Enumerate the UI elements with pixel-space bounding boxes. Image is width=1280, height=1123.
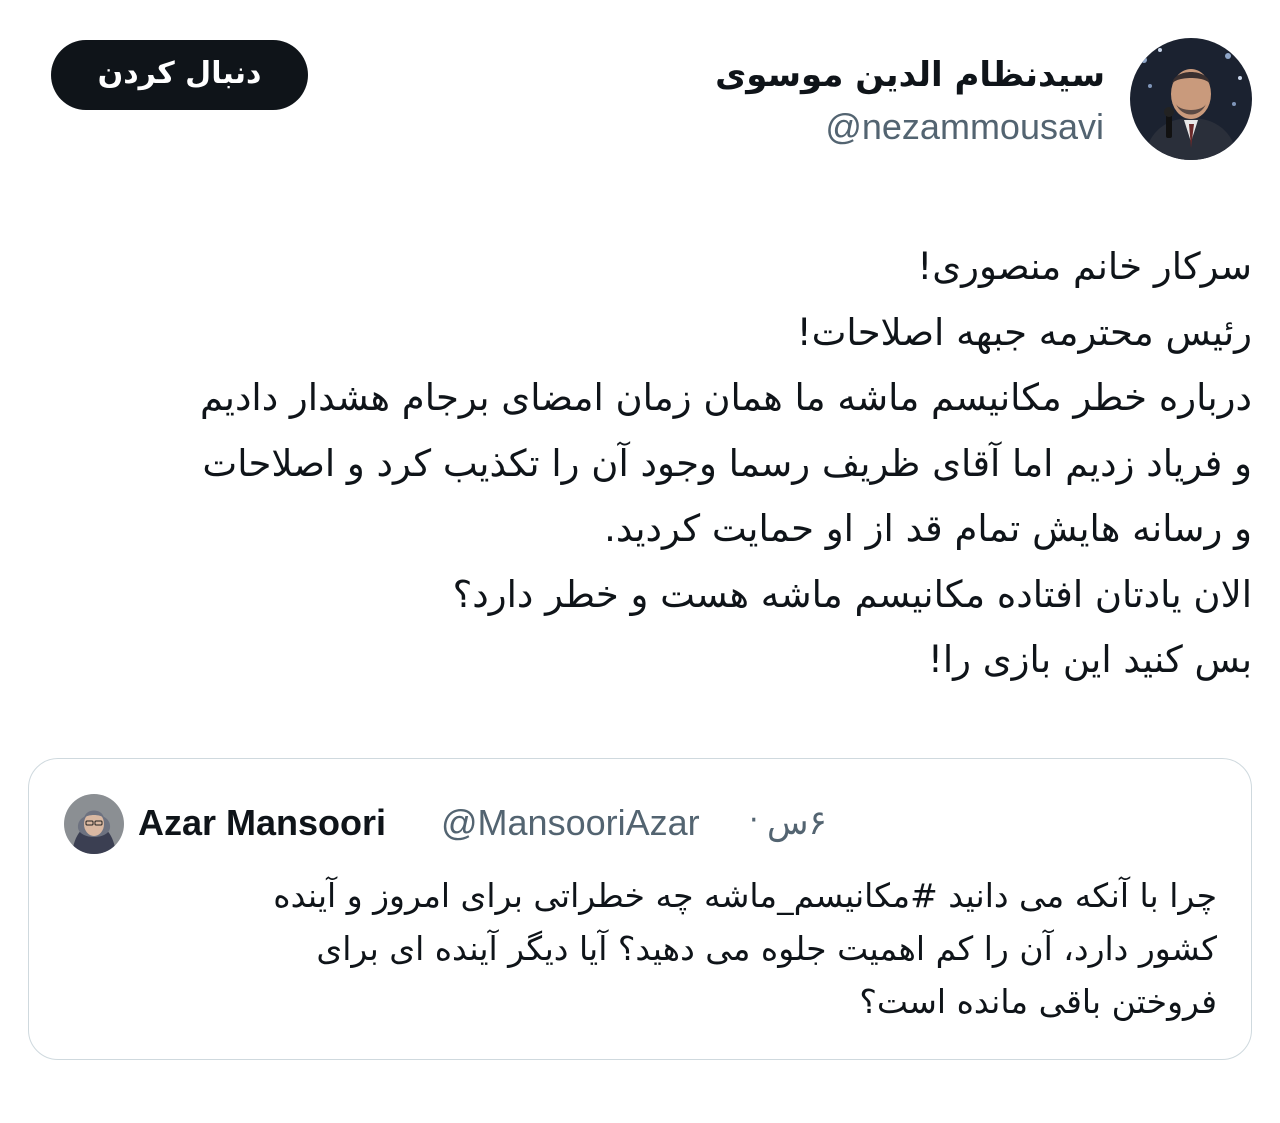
- tweet-line: بس کنید این بازی را!: [927, 638, 1252, 681]
- quoted-tweet-text: چرا با آنکه می دانید #مکانیسم_ماشه چه خط…: [57, 869, 1217, 1028]
- quoted-line: فروختن باقی مانده است؟: [859, 982, 1217, 1021]
- separator-dot: ·: [749, 803, 759, 838]
- tweet-line: الان یادتان افتاده مکانیسم ماشه هست و خط…: [452, 572, 1252, 616]
- tweet-line: درباره خطر مکانیسم ماشه ما همان زمان امض…: [200, 376, 1252, 419]
- tweet-line: و رسانه هایش تمام قد از او حمایت کردید.: [604, 507, 1252, 550]
- quoted-author-handle[interactable]: @MansooriAzar: [441, 801, 700, 845]
- quoted-line: کشور دارد، آن را کم اهمیت جلوه می دهید؟ …: [316, 929, 1217, 968]
- tweet-line: سرکار خانم منصوری!: [917, 245, 1252, 288]
- quoted-author-name[interactable]: Azar Mansoori: [138, 801, 386, 845]
- quoted-line: چرا با آنکه می دانید #مکانیسم_ماشه چه خط…: [273, 876, 1217, 915]
- quoted-tweet-card[interactable]: Azar Mansoori @MansooriAzar · ۶س چرا با …: [28, 758, 1252, 1060]
- quoted-author-avatar[interactable]: [64, 794, 124, 854]
- tweet-line: و فریاد زدیم اما آقای ظریف رسما وجود آن …: [202, 441, 1252, 485]
- follow-button[interactable]: دنبال کردن: [51, 40, 308, 110]
- author-display-name[interactable]: سیدنظام الدین موسوی: [715, 50, 1105, 100]
- quoted-timestamp[interactable]: ۶س: [767, 801, 827, 845]
- author-avatar[interactable]: [1130, 38, 1252, 160]
- tweet-line: رئیس محترمه جبهه اصلاحات!: [796, 310, 1252, 354]
- author-handle[interactable]: @nezammousavi: [825, 104, 1104, 150]
- tweet-text: سرکار خانم منصوری! رئیس محترمه جبهه اصلا…: [22, 234, 1252, 693]
